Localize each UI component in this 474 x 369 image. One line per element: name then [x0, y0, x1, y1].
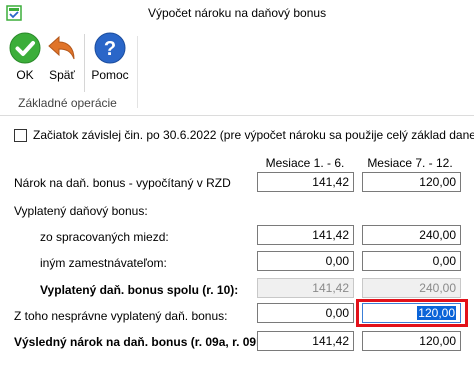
title-bar: Výpočet nároku na daňový bonus: [0, 0, 474, 26]
input-inym-zamestnavatelom-h1[interactable]: 0,00: [257, 251, 354, 271]
input-vyplateny-spolu-h1: 141,42: [257, 278, 354, 298]
toolbar-divider: [84, 34, 85, 92]
input-vysledny-narok-h2[interactable]: 120,00: [362, 331, 461, 351]
label-narok-vypocitany: Nárok na daň. bonus - vypočítaný v RZD: [14, 176, 231, 190]
undo-arrow-icon: [48, 35, 75, 60]
ok-button-label: OK: [16, 68, 34, 82]
back-button-label: Späť: [49, 68, 75, 82]
help-button-label: Pomoc: [91, 68, 129, 82]
start-after-june-checkbox-label: Začiatok závislej čin. po 30.6.2022 (pre…: [33, 128, 474, 142]
input-zo-spracovanych-h2[interactable]: 240,00: [362, 225, 461, 245]
input-nespravne-vyplateny-h2[interactable]: 120,00: [362, 303, 461, 323]
help-icon: ?: [94, 32, 126, 64]
label-nespravne-vyplateny: Z toho nesprávne vyplatený daň. bonus:: [14, 309, 228, 323]
help-button[interactable]: ? Pomoc: [89, 32, 131, 88]
start-after-june-checkbox[interactable]: [14, 129, 27, 142]
input-vysledny-narok-h1[interactable]: 141,42: [257, 331, 354, 351]
label-vysledny-narok: Výsledný nárok na daň. bonus (r. 09a, r.…: [14, 335, 272, 349]
ribbon-group-divider: [137, 36, 138, 108]
label-vyplateny-bonus-header: Vyplatený daňový bonus:: [14, 204, 148, 218]
column-header-months-1-6: Mesiace 1. - 6.: [265, 156, 345, 170]
input-narok-vypocitany-h1[interactable]: 141,42: [257, 172, 354, 192]
ribbon-group-label: Základné operácie: [18, 96, 117, 110]
selected-text: 120,00: [417, 306, 456, 320]
input-nespravne-vyplateny-h1[interactable]: 0,00: [257, 303, 354, 323]
column-header-months-7-12: Mesiace 7. - 12.: [367, 156, 453, 170]
check-icon: [9, 32, 41, 64]
input-narok-vypocitany-h2[interactable]: 120,00: [362, 172, 461, 192]
back-button[interactable]: Späť: [44, 32, 80, 88]
input-inym-zamestnavatelom-h2[interactable]: 0,00: [362, 251, 461, 271]
input-zo-spracovanych-h1[interactable]: 141,42: [257, 225, 354, 245]
label-vyplateny-spolu: Vyplatený daň. bonus spolu (r. 10):: [40, 283, 239, 297]
svg-text:?: ?: [104, 38, 116, 60]
label-zo-spracovanych-miezd: zo spracovaných miezd:: [40, 230, 169, 244]
ok-button[interactable]: OK: [6, 32, 44, 88]
ribbon-toolbar: OK Späť ? Pomoc Základné operácie: [0, 26, 474, 116]
input-vyplateny-spolu-h2: 240,00: [362, 278, 461, 298]
window-title: Výpočet nároku na daňový bonus: [147, 6, 327, 20]
label-inym-zamestnavatelom: iným zamestnávateľom:: [40, 256, 167, 270]
